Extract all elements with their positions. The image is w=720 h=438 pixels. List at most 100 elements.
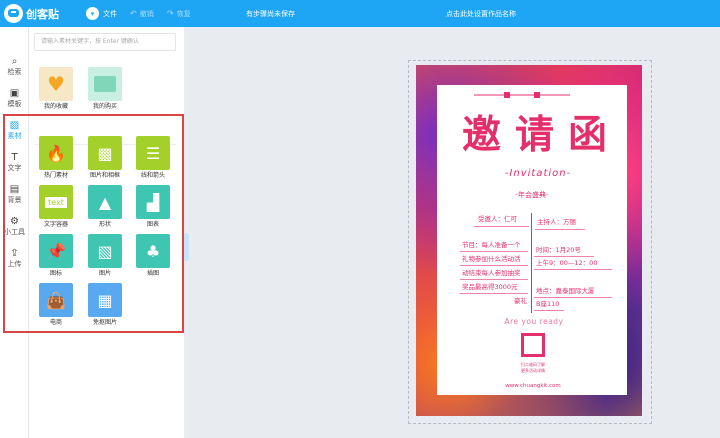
title-char: 函 bbox=[567, 112, 607, 158]
tile-label: 我的购买 bbox=[92, 103, 117, 110]
tile-illustrations[interactable]: ♣ 插图 bbox=[135, 234, 171, 280]
tile-cutout-images[interactable]: ▦ 免抠图片 bbox=[87, 283, 123, 329]
rail-label: 检索 bbox=[7, 68, 22, 76]
redo-button[interactable]: ↷ 恢复 bbox=[167, 0, 191, 27]
website-text[interactable]: www.chuangkit.com bbox=[493, 383, 573, 391]
tile-label: 图片和相框 bbox=[89, 172, 120, 179]
invitee-text[interactable]: 受邀人：仁可 bbox=[478, 215, 517, 224]
underline bbox=[534, 256, 594, 257]
shopping-bag-icon: 👜 bbox=[39, 283, 73, 317]
time-line[interactable]: 时间：1月20号 bbox=[536, 246, 581, 255]
rail-item-tools[interactable]: ⚙ 小工具 bbox=[0, 215, 29, 243]
save-status: 有步骤尚未保存 bbox=[246, 9, 295, 18]
undo-button[interactable]: ↶ 撤销 bbox=[130, 0, 154, 27]
underline bbox=[534, 269, 612, 270]
rail-label: 小工具 bbox=[4, 228, 25, 236]
title-char: 请 bbox=[514, 112, 554, 158]
lines-icon: ☰ bbox=[136, 136, 170, 170]
text-container-icon: text bbox=[39, 185, 73, 219]
decorative-ornament bbox=[474, 92, 570, 98]
search-icon: ⌕ bbox=[11, 56, 18, 67]
tile-photo-frames[interactable]: ▩ 图片和相框 bbox=[87, 136, 123, 182]
shapes-icon: ▲ bbox=[88, 185, 122, 219]
rail-item-template[interactable]: ▣ 模板 bbox=[0, 87, 29, 115]
document-title[interactable]: 点击此处设置作品名称 bbox=[446, 0, 516, 27]
tile-charts[interactable]: ▟ 图表 bbox=[135, 185, 171, 231]
rail-item-background[interactable]: ▤ 背景 bbox=[0, 183, 29, 211]
tile-my-favorites[interactable]: ♥ 我的收藏 bbox=[38, 67, 74, 113]
folder-icon bbox=[88, 67, 122, 101]
program-line[interactable]: 动结束每人参加抽奖 bbox=[462, 269, 521, 278]
tile-label: 电商 bbox=[49, 319, 62, 326]
tile-text-container[interactable]: text 文字容器 bbox=[38, 185, 74, 231]
tile-label: 图片 bbox=[98, 270, 111, 277]
underline bbox=[460, 293, 528, 294]
host-text[interactable]: 主持人：方丽 bbox=[537, 218, 576, 227]
background-icon: ▤ bbox=[9, 184, 20, 195]
qr-caption[interactable]: 扫二维码了解 更多活动详情 bbox=[506, 362, 560, 376]
invitation-title-en[interactable]: -Invitation- bbox=[468, 168, 608, 184]
undo-icon: ↶ bbox=[130, 9, 137, 18]
tile-label: 免抠图片 bbox=[92, 319, 117, 326]
qr-code-placeholder[interactable] bbox=[521, 333, 545, 357]
tile-label: 线和箭头 bbox=[140, 172, 165, 179]
tile-label: 图表 bbox=[146, 221, 159, 228]
tile-icons[interactable]: 📌 图标 bbox=[38, 234, 74, 280]
rail-label: 文字 bbox=[7, 164, 22, 172]
redo-icon: ↷ bbox=[167, 9, 174, 18]
tile-ecommerce[interactable]: 👜 电商 bbox=[38, 283, 74, 329]
logo-icon bbox=[4, 4, 23, 23]
upload-icon: ⇪ bbox=[10, 248, 19, 259]
program-line[interactable]: 豪礼 bbox=[514, 297, 527, 306]
chevron-down-icon: ▾ bbox=[86, 7, 99, 20]
underline bbox=[535, 229, 585, 230]
file-menu-label: 文件 bbox=[103, 9, 117, 18]
place-line[interactable]: 地点：嘉泰国际大厦 bbox=[536, 287, 595, 296]
program-line[interactable]: 礼物参加什么活动活 bbox=[462, 255, 521, 264]
invitation-title-cn[interactable]: 邀 请 函 bbox=[462, 106, 607, 164]
place-line[interactable]: B座110 bbox=[536, 300, 559, 309]
search-input[interactable]: 请输入素材关键字，按 Enter 键确认 bbox=[34, 33, 176, 51]
tile-label: 热门素材 bbox=[43, 172, 68, 179]
file-menu[interactable]: ▾ 文件 bbox=[86, 0, 117, 27]
event-subtitle[interactable]: -年会盛典- bbox=[498, 190, 566, 204]
program-line[interactable]: 节目：每人准备一个 bbox=[462, 241, 521, 250]
center-divider-line bbox=[531, 213, 532, 313]
rail-item-upload[interactable]: ⇪ 上传 bbox=[0, 247, 29, 275]
underline bbox=[460, 265, 528, 266]
image-icon: ▨ bbox=[9, 120, 20, 131]
tile-lines-arrows[interactable]: ☰ 线和箭头 bbox=[135, 136, 171, 182]
rail-item-search[interactable]: ⌕ 检索 bbox=[0, 55, 29, 83]
template-icon: ▣ bbox=[9, 88, 20, 99]
underline bbox=[474, 226, 529, 227]
rail-item-material[interactable]: ▨ 素材 bbox=[0, 119, 29, 147]
ready-text[interactable]: Are you ready bbox=[490, 317, 578, 329]
tile-label: 形状 bbox=[98, 221, 111, 228]
underline bbox=[460, 251, 528, 252]
rail-label: 素材 bbox=[7, 132, 22, 140]
app-logo[interactable]: 创客贴 bbox=[4, 3, 62, 24]
qr-caption-line: 更多活动详情 bbox=[521, 368, 545, 373]
photo-frame-icon: ▩ bbox=[88, 136, 122, 170]
tile-label: 我的收藏 bbox=[43, 103, 68, 110]
cutout-icon: ▦ bbox=[88, 283, 122, 317]
program-line[interactable]: 奖品最高得3000元 bbox=[462, 283, 518, 292]
time-line[interactable]: 上午9：00—12：00 bbox=[536, 259, 597, 268]
logo-text: 创客贴 bbox=[26, 7, 59, 21]
tile-hot-materials[interactable]: 🔥 热门素材 bbox=[38, 136, 74, 182]
toolbox-icon: ⚙ bbox=[10, 216, 19, 227]
pin-icon: 📌 bbox=[39, 234, 73, 268]
rail-label: 上传 bbox=[7, 260, 22, 268]
tile-label: 图标 bbox=[49, 270, 62, 277]
top-bar: 创客贴 ▾ 文件 ↶ 撤销 ↷ 恢复 有步骤尚未保存 点击此处设置作品名称 bbox=[0, 0, 720, 27]
tile-label: 文字容器 bbox=[43, 221, 68, 228]
tile-shapes[interactable]: ▲ 形状 bbox=[87, 185, 123, 231]
text-icon: T bbox=[11, 152, 18, 163]
tile-my-purchases[interactable]: 我的购买 bbox=[87, 67, 123, 113]
underline bbox=[460, 279, 528, 280]
flame-icon: 🔥 bbox=[39, 136, 73, 170]
underline bbox=[534, 297, 612, 298]
illustration-icon: ♣ bbox=[136, 234, 170, 268]
rail-item-text[interactable]: T 文字 bbox=[0, 151, 29, 179]
tile-pictures[interactable]: ▧ 图片 bbox=[87, 234, 123, 280]
